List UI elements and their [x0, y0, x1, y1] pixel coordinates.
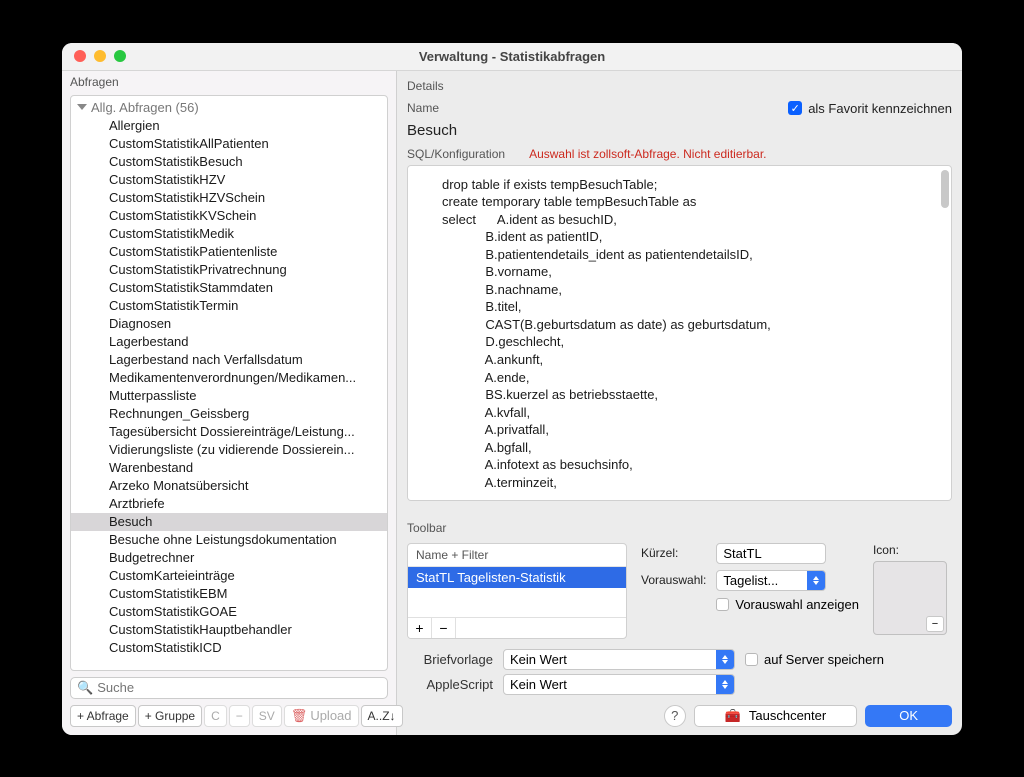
briefvorlage-popup[interactable]: Kein Wert	[503, 649, 735, 670]
tree-item[interactable]: Arzeko Monatsübersicht	[71, 477, 387, 495]
details-label: Details	[407, 75, 952, 97]
sidebar: Abfragen Allg. Abfragen (56) AllergienCu…	[62, 71, 397, 735]
checkbox-icon	[745, 653, 758, 666]
query-name: Besuch	[407, 116, 952, 143]
kuerzel-label: Kürzel:	[641, 546, 706, 560]
tree-item[interactable]: CustomStatistikHZVSchein	[71, 189, 387, 207]
tree-item[interactable]: Budgetrechner	[71, 549, 387, 567]
readonly-warning: Auswahl ist zollsoft-Abfrage. Nicht edit…	[529, 147, 766, 161]
abfragen-label: Abfragen	[62, 71, 396, 93]
vorauswahl-label: Vorauswahl:	[641, 573, 706, 587]
minus-button: −	[229, 705, 250, 727]
tree-item[interactable]: Besuche ohne Leistungsdokumentation	[71, 531, 387, 549]
favorite-label: als Favorit kennzeichnen	[808, 101, 952, 116]
tree-item[interactable]: CustomStatistikICD	[71, 639, 387, 657]
tree-item[interactable]: Vidierungsliste (zu vidierende Dossierei…	[71, 441, 387, 459]
tree-item[interactable]: Medikamentenverordnungen/Medikamen...	[71, 369, 387, 387]
chevron-updown-icon	[716, 675, 734, 694]
tree-item[interactable]: CustomStatistikHauptbehandler	[71, 621, 387, 639]
tree-item[interactable]: Lagerbestand nach Verfallsdatum	[71, 351, 387, 369]
tree-group[interactable]: Allg. Abfragen (56)	[71, 98, 387, 117]
c-button: C	[204, 705, 227, 727]
tree-item[interactable]: CustomStatistikMedik	[71, 225, 387, 243]
tree-item[interactable]: Mutterpassliste	[71, 387, 387, 405]
search-field[interactable]: 🔍	[70, 677, 388, 699]
search-input[interactable]	[97, 680, 381, 695]
applescript-popup[interactable]: Kein Wert	[503, 674, 735, 695]
tree-item[interactable]: CustomStatistikHZV	[71, 171, 387, 189]
query-tree-scroll[interactable]: Allg. Abfragen (56) AllergienCustomStati…	[71, 96, 387, 670]
toolbar-remove-button[interactable]: −	[432, 618, 456, 638]
tree-item[interactable]: CustomStatistikBesuch	[71, 153, 387, 171]
sv-button: SV	[252, 705, 282, 727]
vorauswahl-popup[interactable]: Tagelist...	[716, 570, 826, 591]
window: Verwaltung - Statistikabfragen Abfragen …	[62, 43, 962, 735]
chevron-down-icon	[77, 104, 87, 110]
briefvorlage-label: Briefvorlage	[407, 652, 493, 667]
tree-item[interactable]: Besuch	[71, 513, 387, 531]
tree-item[interactable]: CustomStatistikPrivatrechnung	[71, 261, 387, 279]
tauschcenter-button[interactable]: 🧰Tauschcenter	[694, 705, 858, 727]
details-pane: Details Name ✓ als Favorit kennzeichnen …	[397, 71, 962, 735]
icon-remove-button[interactable]: −	[926, 616, 944, 632]
tree-item[interactable]: Rechnungen_Geissberg	[71, 405, 387, 423]
tree-item[interactable]: Warenbestand	[71, 459, 387, 477]
tree-item[interactable]: CustomStatistikPatientenliste	[71, 243, 387, 261]
window-title: Verwaltung - Statistikabfragen	[62, 49, 962, 64]
tree-item[interactable]: Arztbriefe	[71, 495, 387, 513]
titlebar: Verwaltung - Statistikabfragen	[62, 43, 962, 71]
icon-label: Icon:	[873, 543, 947, 557]
tree-item[interactable]: Diagnosen	[71, 315, 387, 333]
package-icon: 🧰	[725, 708, 741, 724]
name-label: Name	[407, 101, 439, 115]
sql-textarea[interactable]: drop table if exists tempBesuchTable; cr…	[407, 165, 952, 501]
checkmark-icon: ✓	[788, 101, 802, 115]
favorite-toggle[interactable]: ✓ als Favorit kennzeichnen	[788, 101, 952, 116]
toolbar-list: Name + Filter StatTL Tagelisten-Statisti…	[407, 543, 627, 639]
tree-item[interactable]: CustomStatistikGOAE	[71, 603, 387, 621]
toolbar-label: Toolbar	[407, 517, 952, 539]
toolbar-list-header: Name + Filter	[408, 544, 626, 567]
kuerzel-input[interactable]	[716, 543, 826, 564]
checkbox-icon	[716, 598, 729, 611]
toolbar-add-button[interactable]: +	[408, 618, 432, 638]
server-save-toggle[interactable]: auf Server speichern	[745, 652, 884, 667]
tree-item[interactable]: CustomStatistikTermin	[71, 297, 387, 315]
icon-well[interactable]: −	[873, 561, 947, 635]
scrollbar-thumb[interactable]	[941, 170, 949, 208]
tree-item[interactable]: CustomStatistikStammdaten	[71, 279, 387, 297]
tree-item[interactable]: Tagesübersicht Dossiereinträge/Leistung.…	[71, 423, 387, 441]
add-group-button[interactable]: + Gruppe	[138, 705, 202, 727]
upload-button: 🗑Upload	[284, 705, 359, 727]
add-query-button[interactable]: + Abfrage	[70, 705, 136, 727]
tree-item[interactable]: CustomStatistikKVSchein	[71, 207, 387, 225]
toolbar-list-item[interactable]: StatTL Tagelisten-Statistik	[408, 567, 626, 588]
chevron-updown-icon	[716, 650, 734, 669]
query-tree: Allg. Abfragen (56) AllergienCustomStati…	[70, 95, 388, 671]
search-icon: 🔍	[77, 680, 93, 696]
tree-item[interactable]: CustomKarteieinträge	[71, 567, 387, 585]
tree-item[interactable]: CustomStatistikEBM	[71, 585, 387, 603]
help-button[interactable]: ?	[664, 705, 686, 727]
chevron-updown-icon	[807, 571, 825, 590]
tree-item[interactable]: Allergien	[71, 117, 387, 135]
applescript-label: AppleScript	[407, 677, 493, 692]
tree-item[interactable]: CustomStatistikAllPatienten	[71, 135, 387, 153]
vorauswahl-show-toggle[interactable]: Vorauswahl anzeigen	[716, 597, 859, 612]
tree-group-label: Allg. Abfragen (56)	[91, 100, 199, 115]
tree-item[interactable]: Lagerbestand	[71, 333, 387, 351]
ok-button[interactable]: OK	[865, 705, 952, 727]
sidebar-toolbar: + Abfrage + Gruppe C − SV 🗑Upload A..Z↓	[62, 705, 396, 735]
sql-label: SQL/Konfiguration	[407, 147, 505, 161]
